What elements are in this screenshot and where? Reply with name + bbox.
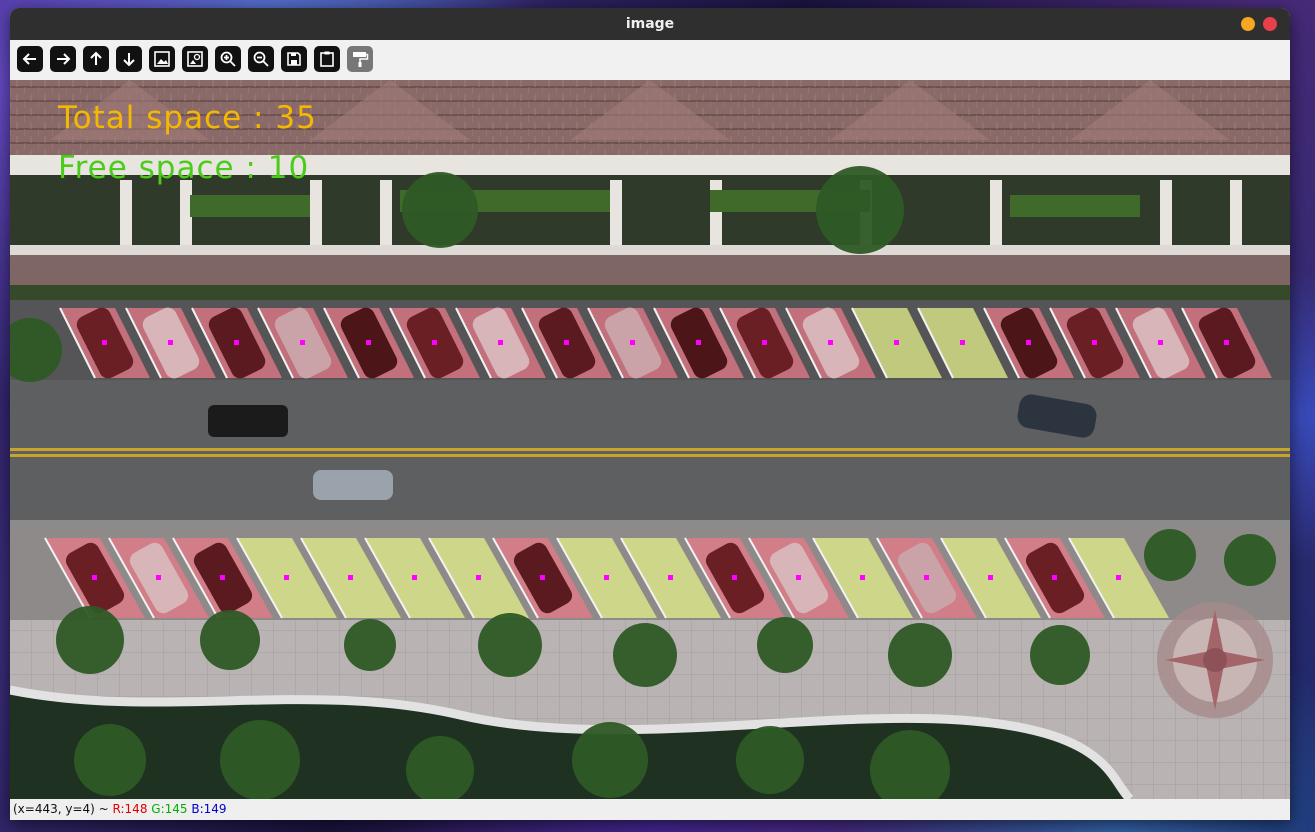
bottom-row-slot-center-marker <box>92 575 97 580</box>
bottom-row-slot-center-marker <box>796 575 801 580</box>
cursor-coords: (x=443, y=4) ~ <box>13 802 113 816</box>
bottom-row-slot-center-marker <box>156 575 161 580</box>
copy-clipboard-button[interactable] <box>314 46 340 72</box>
properties-button[interactable] <box>347 46 373 72</box>
top-row-slot-center-marker <box>630 340 635 345</box>
top-row-slot-center-marker <box>1224 340 1229 345</box>
bottom-row-slot-center-marker <box>732 575 737 580</box>
zoom-in-icon <box>220 51 236 67</box>
image-zoom-icon <box>187 51 203 67</box>
bottom-row-slot-center-marker <box>1116 575 1121 580</box>
minimize-button[interactable] <box>1241 17 1255 31</box>
save-button[interactable] <box>281 46 307 72</box>
zoom-fit-button[interactable] <box>149 46 175 72</box>
top-row-slot-center-marker <box>762 340 767 345</box>
bottom-row-slot-center-marker <box>1052 575 1057 580</box>
bottom-row-slot-center-marker <box>220 575 225 580</box>
image-canvas[interactable]: Total space : 35 Free space : 10 <box>10 80 1290 799</box>
top-row-slot-center-marker <box>960 340 965 345</box>
pan-up-button[interactable] <box>83 46 109 72</box>
toolbar <box>10 40 1290 80</box>
zoom-original-button[interactable] <box>182 46 208 72</box>
top-row-slot-center-marker <box>432 340 437 345</box>
bottom-row-slot-center-marker <box>284 575 289 580</box>
image-window: image Total space: 35 Free space: 10 (… <box>10 8 1290 820</box>
bottom-row-slot-center-marker <box>412 575 417 580</box>
zoom-in-button[interactable] <box>215 46 241 72</box>
total-space-label: Total space : 35 <box>58 100 317 136</box>
save-icon <box>287 52 301 66</box>
free-space-label: Free space : 10 <box>58 150 310 186</box>
zoom-out-button[interactable] <box>248 46 274 72</box>
zoom-out-icon <box>253 51 269 67</box>
arrow-right-icon <box>57 53 71 65</box>
arrow-left-icon <box>22 53 36 65</box>
status-bar: (x=443, y=4) ~ R:148 G:145 B:149 <box>10 799 1290 820</box>
top-row-slot-center-marker <box>1092 340 1097 345</box>
close-button[interactable] <box>1263 17 1277 31</box>
arrow-up-icon <box>90 51 102 65</box>
pixel-red-value: R:148 <box>112 802 148 816</box>
top-row-slot-center-marker <box>366 340 371 345</box>
top-row-slot-center-marker <box>1026 340 1031 345</box>
top-row-slot-center-marker <box>168 340 173 345</box>
bottom-row-slot-center-marker <box>924 575 929 580</box>
top-row-slot-center-marker <box>498 340 503 345</box>
clipboard-icon <box>320 51 334 67</box>
pan-down-button[interactable] <box>116 46 142 72</box>
paint-roller-icon <box>353 52 369 67</box>
top-row-slot-center-marker <box>828 340 833 345</box>
pixel-blue-value: B:149 <box>191 802 227 816</box>
window-title: image <box>625 16 675 32</box>
top-row-slot-center-marker <box>300 340 305 345</box>
bottom-row-slot-center-marker <box>988 575 993 580</box>
aerial-parking-image <box>10 80 1290 799</box>
arrow-down-icon <box>123 53 135 67</box>
bottom-row-slot-center-marker <box>540 575 545 580</box>
bottom-row-slot-center-marker <box>604 575 609 580</box>
bottom-row-slot-center-marker <box>668 575 673 580</box>
top-row-slot-center-marker <box>1158 340 1163 345</box>
bottom-row-slot-center-marker <box>348 575 353 580</box>
bottom-row-slot-center-marker <box>860 575 865 580</box>
image-icon <box>154 51 170 67</box>
top-row-slot-center-marker <box>234 340 239 345</box>
top-row-slot-center-marker <box>696 340 701 345</box>
top-row-slot-center-marker <box>564 340 569 345</box>
pan-left-button[interactable] <box>17 46 43 72</box>
bottom-row-slot-center-marker <box>476 575 481 580</box>
pan-right-button[interactable] <box>50 46 76 72</box>
top-row-slot-center-marker <box>102 340 107 345</box>
top-row-slot-center-marker <box>894 340 899 345</box>
titlebar[interactable]: image <box>10 8 1290 40</box>
pixel-green-value: G:145 <box>151 802 188 816</box>
